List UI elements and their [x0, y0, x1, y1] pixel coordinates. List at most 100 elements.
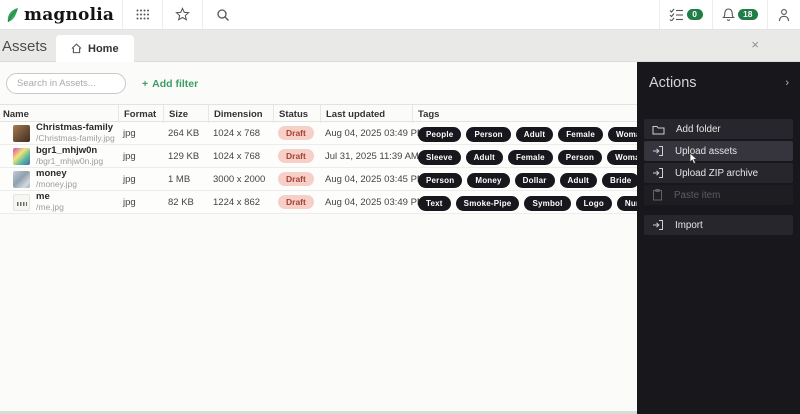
favorites-button[interactable] [162, 0, 202, 29]
asset-name: me [36, 192, 64, 203]
asset-format: jpg [118, 197, 163, 208]
asset-dimension: 3000 x 2000 [208, 174, 273, 185]
asset-format: jpg [118, 128, 163, 139]
action-upload-assets[interactable]: Upload assets [644, 141, 793, 161]
tag-pill: Woman [607, 150, 637, 165]
column-header-dimension[interactable]: Dimension [208, 105, 273, 123]
actions-title: Actions [649, 75, 697, 91]
tag-pill: Money [467, 173, 509, 188]
asset-thumbnail [13, 194, 30, 211]
tag-pill: Bride [602, 173, 637, 188]
close-icon[interactable]: × [751, 38, 759, 51]
asset-thumbnail [13, 171, 30, 188]
tag-pill: Symbol [524, 196, 570, 211]
star-icon [175, 7, 190, 22]
status-badge: Draft [278, 172, 314, 186]
notifications-badge: 18 [738, 9, 758, 21]
asset-name: bgr1_mhjw0n [36, 146, 103, 157]
asset-path: /me.jpg [36, 203, 64, 213]
column-header-status[interactable]: Status [273, 105, 320, 123]
tag-pill: Person [558, 150, 602, 165]
tag-pill: Sleeve [418, 150, 461, 165]
search-button[interactable] [202, 0, 242, 29]
column-header-tags[interactable]: Tags [412, 105, 637, 123]
paste-icon [652, 189, 663, 201]
status-badge: Draft [278, 149, 314, 163]
asset-format: jpg [118, 174, 163, 185]
mouse-cursor-icon [689, 153, 700, 165]
tasks-button[interactable]: 0 [659, 0, 712, 29]
action-label: Import [675, 220, 703, 231]
tag-pill: Adult [466, 150, 503, 165]
top-bar: magnolia 0 [0, 0, 800, 30]
asset-size: 264 KB [163, 128, 208, 139]
action-import[interactable]: Import [644, 215, 793, 235]
column-header-name[interactable]: Name [0, 105, 118, 123]
table-row[interactable]: Christmas-family /Christmas-family.jpg j… [0, 122, 637, 145]
logo-text: magnolia [24, 5, 114, 25]
asset-tags: SleeveAdultFemalePersonWomanBlack-Hair [412, 147, 637, 166]
tag-pill: Person [466, 127, 510, 142]
tag-pill: Adult [560, 173, 597, 188]
column-header-size[interactable]: Size [163, 105, 208, 123]
import-icon [652, 219, 664, 231]
app-title: Assets [2, 38, 47, 55]
status-badge: Draft [278, 126, 314, 140]
asset-size: 129 KB [163, 151, 208, 162]
user-menu-button[interactable] [767, 0, 800, 29]
tab-bar: Assets Home × [0, 30, 800, 62]
asset-path: /bgr1_mhjw0n.jpg [36, 157, 103, 167]
user-icon [777, 8, 791, 22]
upload-icon [652, 145, 664, 157]
action-paste-item: Paste item [644, 185, 793, 205]
add-filter-button[interactable]: + Add filter [142, 78, 198, 90]
asset-tags: TextSmoke-PipeSymbolLogoNumberArtAlphabe… [412, 193, 637, 212]
search-icon [216, 8, 230, 22]
tag-pill: Text [418, 196, 451, 211]
action-label: Paste item [674, 190, 720, 201]
column-header-last-updated[interactable]: Last updated [320, 105, 412, 123]
topbar-right: 0 18 [659, 0, 800, 29]
asset-tags: PersonMoneyDollarAdultBrideFemaleWoman [412, 170, 637, 189]
status-badge: Draft [278, 195, 314, 209]
table-header-row: Name Format Size Dimension Status Last u… [0, 104, 637, 122]
table-row[interactable]: money /money.jpg jpg 1 MB 3000 x 2000 Dr… [0, 168, 637, 191]
tag-pill: People [418, 127, 461, 142]
asset-size: 82 KB [163, 197, 208, 208]
tag-pill: Woman [608, 127, 637, 142]
column-header-format[interactable]: Format [118, 105, 163, 123]
plus-icon: + [142, 78, 148, 90]
action-add-folder[interactable]: Add folder [644, 119, 793, 139]
asset-path: /money.jpg [36, 180, 77, 190]
bell-icon [722, 8, 735, 22]
chevron-right-icon[interactable]: › [785, 77, 789, 89]
tag-pill: Number [617, 196, 637, 211]
asset-tags: PeoplePersonAdultFemaleWomanBabyPhoto [412, 124, 637, 143]
notifications-button[interactable]: 18 [712, 0, 767, 29]
tab-home[interactable]: Home [56, 35, 134, 62]
tasks-checklist-icon [669, 8, 684, 21]
tag-pill: Female [508, 150, 553, 165]
actions-list: Add folder Upload assets Upload ZIP arch… [637, 119, 800, 235]
table-row[interactable]: bgr1_mhjw0n /bgr1_mhjw0n.jpg jpg 129 KB … [0, 145, 637, 168]
tag-pill: Female [558, 127, 603, 142]
action-upload-zip[interactable]: Upload ZIP archive [644, 163, 793, 183]
action-label: Add folder [676, 124, 721, 135]
asset-size: 1 MB [163, 174, 208, 185]
assets-table: Name Format Size Dimension Status Last u… [0, 104, 637, 214]
home-icon [71, 43, 82, 54]
asset-thumbnail [13, 148, 30, 165]
tab-home-label: Home [88, 43, 119, 55]
magnolia-logo[interactable]: magnolia [0, 5, 122, 25]
app-launcher-button[interactable] [122, 0, 162, 29]
asset-name: Christmas-family [36, 123, 115, 134]
table-row[interactable]: me /me.jpg jpg 82 KB 1224 x 862 Draft Au… [0, 191, 637, 214]
action-label: Upload ZIP archive [675, 168, 758, 179]
asset-path: /Christmas-family.jpg [36, 134, 115, 144]
asset-dimension: 1224 x 862 [208, 197, 273, 208]
tag-pill: Logo [576, 196, 612, 211]
grid-dots-icon [136, 9, 150, 20]
search-input[interactable] [6, 73, 126, 94]
tag-pill: Adult [516, 127, 553, 142]
tag-pill: Smoke-Pipe [456, 196, 520, 211]
